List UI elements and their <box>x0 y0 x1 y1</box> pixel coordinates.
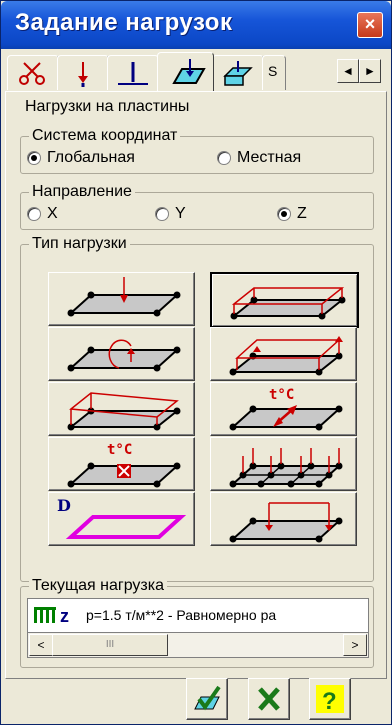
load-button-temperature-gradient[interactable]: t°C <box>210 382 357 436</box>
tab-plate-loads[interactable] <box>157 52 214 91</box>
scissors-icon <box>19 62 45 85</box>
cancel-button[interactable] <box>248 678 290 720</box>
point-force-plate-icon <box>67 277 181 317</box>
radio-global[interactable]: Глобальная <box>27 149 135 167</box>
section-heading: Нагрузки на пластины <box>22 98 193 116</box>
radio-y-label: Y <box>175 205 186 222</box>
radio-x[interactable]: X <box>27 205 58 223</box>
load-button-dynamic[interactable]: D <box>48 492 195 546</box>
tab-support[interactable] <box>107 55 159 90</box>
tab-scroll-arrows: ◄ ► <box>337 59 383 83</box>
radio-z[interactable]: Z <box>277 205 307 223</box>
current-load-axis: z <box>60 606 69 625</box>
window-title: Задание нагрузок <box>15 9 233 36</box>
solid-load-icon <box>223 61 253 86</box>
help-glyph: ? <box>322 688 337 715</box>
load-button-moment[interactable] <box>48 327 195 381</box>
radio-local-indicator <box>217 151 231 165</box>
plate-load-icon <box>172 59 206 84</box>
direction-group: Направление X Y Z <box>20 183 374 230</box>
load-dialog-window: Задание нагрузок × S ◄ ► Нагрузки на пла… <box>0 0 392 725</box>
load-button-edge[interactable] <box>210 327 357 381</box>
radio-x-indicator <box>27 207 41 221</box>
load-button-node-loads[interactable] <box>210 437 357 491</box>
uniform-load-small-icon: z <box>34 606 69 625</box>
tab-force[interactable] <box>57 55 109 90</box>
radio-z-label: Z <box>297 205 307 222</box>
load-type-label: Тип нагрузки <box>29 235 130 253</box>
radio-local[interactable]: Местная <box>217 149 301 167</box>
current-load-field: z p=1.5 т/м**2 - Равномерно ра < III > <box>27 598 369 662</box>
support-icon <box>118 62 148 85</box>
apply-check-icon <box>194 685 221 711</box>
tab-overflow[interactable]: S <box>262 55 286 90</box>
moment-plate-icon <box>67 339 181 372</box>
load-button-trapezoid[interactable] <box>48 382 195 436</box>
radio-y[interactable]: Y <box>155 205 186 223</box>
uniform-load-plate-icon <box>230 287 346 320</box>
coordinate-system-label: Система координат <box>29 127 181 145</box>
radio-z-indicator <box>277 207 291 221</box>
current-load-value: p=1.5 т/м**2 - Равномерно ра <box>86 607 277 623</box>
apply-button[interactable] <box>186 678 228 720</box>
help-button[interactable]: ? <box>309 678 351 720</box>
temperature-uniform-plate-icon: t°C <box>67 442 181 488</box>
coordinate-system-group: Система координат Глобальная Местная <box>20 127 374 174</box>
dynamic-load-plate-icon: D <box>57 496 187 539</box>
radio-global-label: Глобальная <box>47 149 135 166</box>
load-button-strip[interactable] <box>210 492 357 546</box>
close-button[interactable]: × <box>357 12 383 38</box>
radio-y-indicator <box>155 207 169 221</box>
node-loads-plate-icon <box>229 448 343 488</box>
tab-scissors[interactable] <box>7 55 59 90</box>
tab-scroll-right-button[interactable]: ► <box>359 59 381 83</box>
scroll-right-button[interactable]: > <box>343 634 367 656</box>
current-load-display[interactable]: z p=1.5 т/м**2 - Равномерно ра <box>27 598 369 634</box>
temperature-label: t°C <box>269 387 294 403</box>
scroll-left-button[interactable]: < <box>29 634 53 656</box>
radio-x-label: X <box>47 205 58 222</box>
radio-global-indicator <box>27 151 41 165</box>
help-question-icon: ? <box>316 685 344 715</box>
temperature-label-2: t°C <box>107 442 132 458</box>
scroll-thumb[interactable]: III <box>52 634 168 656</box>
temperature-gradient-plate-icon: t°C <box>229 387 343 431</box>
tab-strip: S ◄ ► <box>7 52 387 91</box>
arrow-down-icon <box>78 62 88 87</box>
tab-overflow-label: S <box>268 63 278 79</box>
cancel-x-icon <box>258 687 280 711</box>
strip-load-plate-icon <box>229 502 343 543</box>
dynamic-label: D <box>57 496 71 515</box>
edge-load-plate-icon <box>229 336 343 376</box>
radio-local-label: Местная <box>237 149 302 166</box>
load-button-point-force[interactable] <box>48 272 195 326</box>
tab-solid-loads[interactable] <box>212 55 264 90</box>
tab-panel: Нагрузки на пластины Система координат Г… <box>5 91 387 679</box>
current-load-scrollbar[interactable]: < III > <box>27 632 369 658</box>
trapezoid-load-plate-icon <box>67 392 181 431</box>
direction-label: Направление <box>29 183 135 201</box>
current-load-label: Текущая нагрузка <box>29 577 167 595</box>
title-bar[interactable]: Задание нагрузок × <box>1 1 391 49</box>
tab-scroll-left-button[interactable]: ◄ <box>337 59 359 83</box>
load-button-uniform[interactable] <box>210 272 359 328</box>
load-button-temperature-uniform[interactable]: t°C <box>48 437 195 491</box>
